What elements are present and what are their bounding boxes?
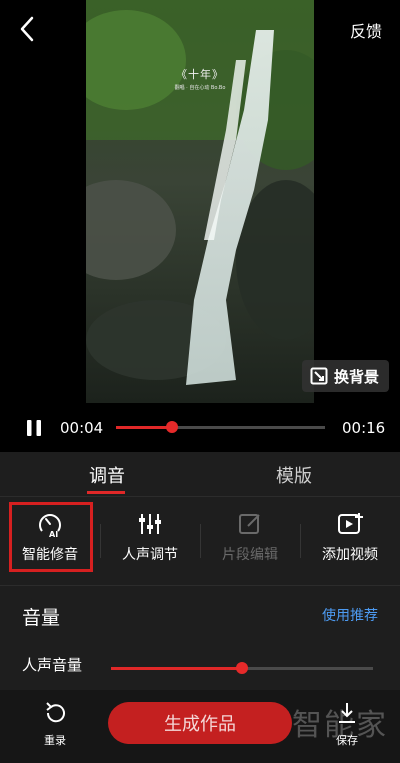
feedback-link[interactable]: 反馈 (350, 18, 382, 42)
rerecord-button[interactable]: 重录 (30, 700, 80, 748)
progress-knob[interactable] (166, 421, 179, 433)
waterfall-image (86, 0, 314, 403)
tool-label: 添加视频 (322, 547, 378, 563)
image-swap-icon (310, 367, 328, 385)
chevron-left-icon (20, 16, 34, 42)
active-tab-indicator (87, 491, 125, 494)
video-preview[interactable]: 《十年》 翻唱 · 自在心动 Bo.Bo (86, 0, 314, 403)
vocal-volume-knob[interactable] (236, 662, 248, 674)
tab-template[interactable]: 模版 (276, 462, 312, 488)
edit-icon (239, 514, 260, 534)
lyric-subtitle: 翻唱 · 自在心动 Bo.Bo (174, 85, 226, 91)
divider (0, 585, 400, 586)
progress-fill (116, 426, 173, 429)
pause-icon (27, 420, 41, 436)
tool-clip-edit[interactable]: 片段编辑 (200, 508, 300, 564)
current-time: 00:04 (60, 419, 104, 437)
divider (0, 496, 400, 497)
tab-tuning[interactable]: 调音 (89, 462, 125, 488)
pause-button[interactable] (24, 418, 44, 438)
tool-label: 人声调节 (122, 547, 178, 563)
tool-add-video[interactable]: 添加视频 (300, 508, 400, 564)
lyric-title: 《十年》 (176, 68, 224, 81)
vocal-volume-label: 人声音量 (22, 656, 83, 674)
volume-section-title: 音量 (22, 607, 61, 629)
save-button[interactable]: 保存 (322, 700, 372, 748)
vocal-volume-fill (111, 667, 242, 670)
download-icon (339, 703, 355, 723)
generate-button[interactable]: 生成作品 (108, 702, 292, 744)
add-video-icon (338, 513, 363, 534)
sliders-icon (139, 514, 161, 534)
use-recommended-link[interactable]: 使用推荐 (322, 605, 378, 625)
swap-background-label: 换背景 (334, 367, 380, 386)
save-label: 保存 (336, 734, 358, 747)
total-time: 00:16 (342, 419, 386, 437)
swap-background-button[interactable]: 换背景 (302, 360, 389, 392)
tool-vocal-adjust[interactable]: 人声调节 (100, 508, 200, 564)
highlight-annotation (9, 502, 93, 572)
back-button[interactable] (14, 14, 42, 44)
rerecord-icon (46, 702, 65, 723)
rerecord-label: 重录 (44, 734, 66, 747)
tool-label: 片段编辑 (222, 547, 278, 563)
